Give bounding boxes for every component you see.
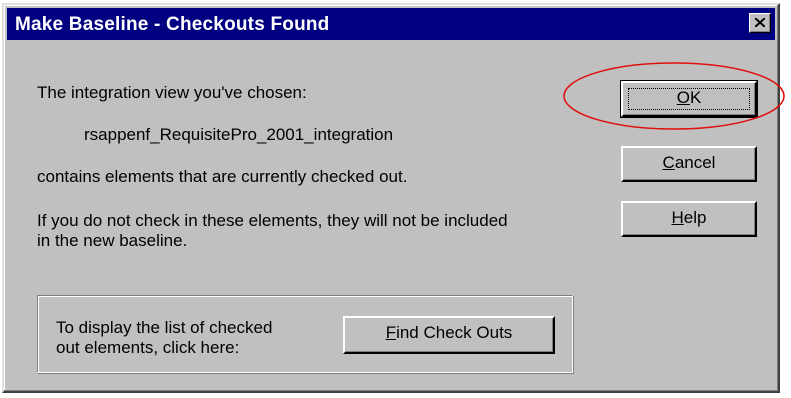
make-baseline-dialog: Make Baseline - Checkouts Found The inte…: [2, 3, 780, 393]
focus-rectangle: [628, 88, 750, 110]
find-checkouts-instructions: To display the list of checked out eleme…: [56, 318, 272, 358]
find-checkouts-group: To display the list of checked out eleme…: [37, 295, 573, 373]
find-check-outs-label: Find Check Outs: [385, 323, 513, 342]
help-button[interactable]: Help: [621, 201, 757, 237]
warning-text-line-1: If you do not check in these elements, t…: [37, 211, 508, 230]
help-button-label: Help: [671, 208, 707, 227]
instructions-line-1: To display the list of checked: [56, 318, 273, 337]
integration-view-name: rsappenf_RequisitePro_2001_integration: [84, 125, 394, 144]
close-icon: [755, 18, 765, 27]
instructions-line-2: out elements, click here:: [56, 338, 240, 357]
intro-text: The integration view you've chosen:: [37, 83, 307, 102]
cancel-button[interactable]: Cancel: [621, 146, 757, 182]
title-bar[interactable]: Make Baseline - Checkouts Found: [7, 8, 775, 40]
warning-text-line-2: in the new baseline.: [37, 231, 188, 250]
checked-out-text: contains elements that are currently che…: [37, 167, 408, 186]
close-button[interactable]: [749, 13, 771, 33]
dialog-title: Make Baseline - Checkouts Found: [15, 14, 330, 35]
ok-button[interactable]: OK: [620, 80, 758, 118]
find-check-outs-button[interactable]: Find Check Outs: [343, 316, 555, 354]
cancel-button-label: Cancel: [662, 153, 716, 172]
